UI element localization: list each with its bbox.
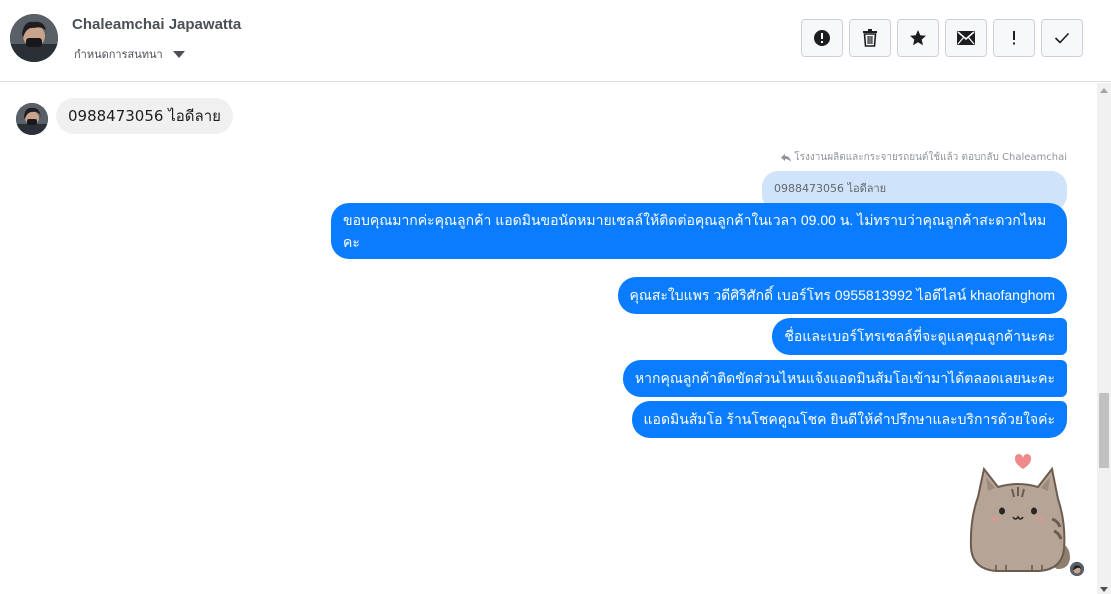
star-button[interactable]	[897, 19, 939, 57]
exclamation-icon	[1013, 31, 1015, 45]
reply-note-text: โรงงานผลิตและกระจายรถยนต์ใช้แล้ว ตอบกลับ…	[794, 152, 1067, 163]
action-toolbar	[801, 19, 1083, 57]
alert-circle-icon	[814, 30, 830, 46]
delete-button[interactable]	[849, 19, 891, 57]
message-thread: 0988473056 ไอดีลาย โรงงานผลิตและกระจายรถ…	[0, 83, 1097, 594]
spam-button[interactable]	[801, 19, 843, 57]
mark-important-button[interactable]	[993, 19, 1035, 57]
outgoing-message-bubble[interactable]: คุณสะใบแพร วดีศิริศักดิ์ เบอร์โทร 095581…	[617, 277, 1067, 314]
trash-icon	[863, 29, 877, 47]
scroll-down-arrow-icon[interactable]	[1100, 587, 1108, 592]
outgoing-message-bubble[interactable]: แอดมินส้มโอ ร้านโชคคูณโชค ยินดีให้คำปรึก…	[631, 401, 1067, 438]
outgoing-message-bubble[interactable]: หากคุณลูกค้าติดขัดส่วนไหนแจ้งแอดมินส้มโอ…	[622, 360, 1067, 397]
conversation-header: Chaleamchai Japawatta กำหนดการสนทนา	[0, 0, 1111, 82]
incoming-message-bubble[interactable]: 0988473056 ไอดีลาย	[56, 98, 233, 134]
sender-avatar[interactable]	[16, 103, 48, 135]
checkmark-icon	[1054, 32, 1070, 44]
contact-avatar[interactable]	[10, 14, 58, 62]
heart-icon	[1015, 454, 1031, 469]
envelope-icon	[957, 31, 975, 45]
conversation-label-dropdown[interactable]: กำหนดการสนทนา	[74, 45, 185, 63]
contact-name[interactable]: Chaleamchai Japawatta	[72, 16, 241, 33]
outgoing-message-bubble[interactable]: ชื่อและเบอร์โทรเซลล์ที่จะดูแลคุณลูกค้านะ…	[772, 318, 1067, 355]
reply-note: โรงงานผลิตและกระจายรถยนต์ใช้แล้ว ตอบกลับ…	[781, 150, 1067, 165]
mark-unread-button[interactable]	[945, 19, 987, 57]
scrollbar-thumb[interactable]	[1099, 393, 1109, 468]
outgoing-message-bubble[interactable]: ขอบคุณมากค่ะคุณลูกค้า แอดมินขอนัดหมายเซล…	[331, 203, 1067, 259]
reply-arrow-icon	[781, 153, 792, 162]
caret-down-icon	[172, 50, 185, 58]
pusheen-cat-sticker[interactable]	[962, 453, 1074, 577]
mark-done-button[interactable]	[1041, 19, 1083, 57]
label-dropdown-text: กำหนดการสนทนา	[74, 48, 163, 61]
star-icon	[910, 30, 926, 46]
seen-indicator-avatar	[1070, 562, 1084, 576]
scroll-up-arrow-icon[interactable]	[1100, 88, 1108, 93]
thread-scrollbar[interactable]	[1097, 83, 1111, 594]
